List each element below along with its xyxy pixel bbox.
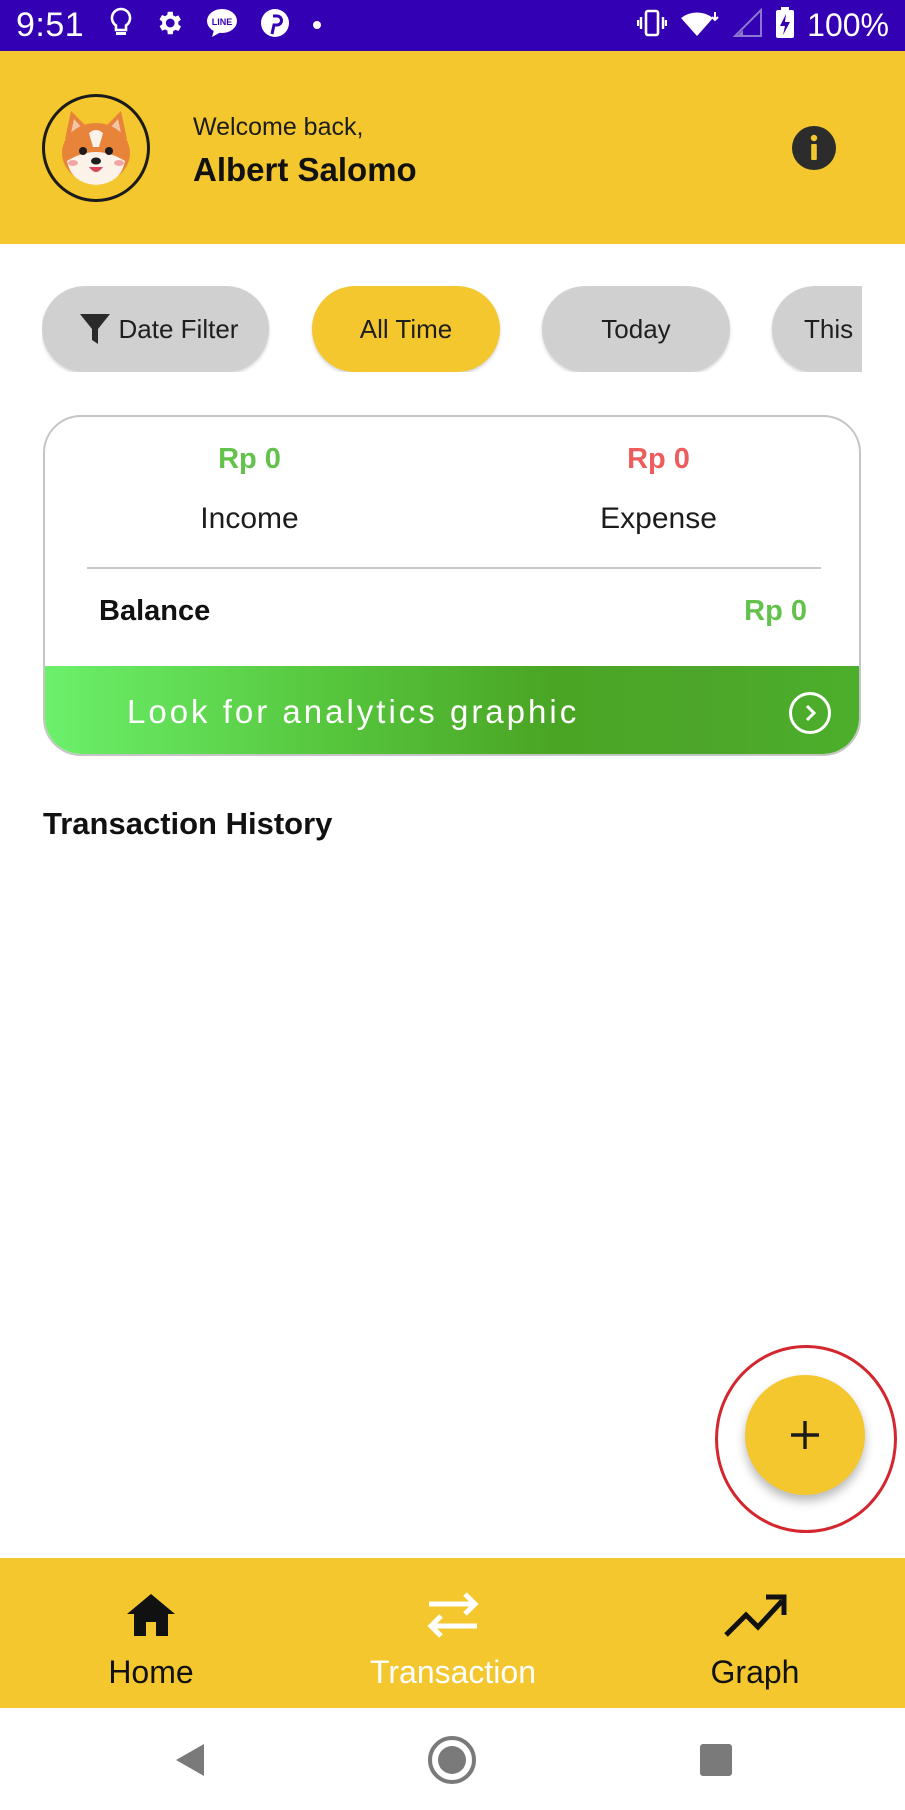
avatar[interactable]: [42, 94, 150, 202]
summary-card: Rp 0 Income Rp 0 Expense Balance Rp 0 Lo…: [43, 415, 861, 756]
vibrate-icon: [636, 9, 668, 42]
balance-value: Rp 0: [744, 595, 807, 627]
date-filter-chip[interactable]: Date Filter: [42, 286, 269, 372]
chip-today[interactable]: Today: [542, 286, 730, 372]
analytics-label: Look for analytics graphic: [127, 693, 580, 730]
notification-icons: LINE: [110, 7, 322, 44]
recents-square-icon: [700, 1744, 732, 1776]
chip-this[interactable]: This: [772, 286, 862, 372]
analytics-button[interactable]: Look for analytics graphic: [45, 666, 859, 754]
trending-up-icon: [722, 1588, 788, 1642]
signal-icon: [731, 7, 763, 43]
shiba-avatar-icon: [62, 111, 130, 185]
transaction-history-title: Transaction History: [43, 806, 333, 841]
info-icon: [810, 134, 818, 160]
nav-label: Home: [108, 1654, 194, 1690]
expense-column: Rp 0 Expense: [454, 417, 859, 536]
plus-icon: [791, 1421, 819, 1449]
info-button[interactable]: [792, 126, 836, 170]
chip-label: All Time: [359, 313, 453, 344]
income-label: Income: [200, 502, 299, 535]
battery-charging-icon: [775, 7, 795, 44]
swap-arrows-icon: [423, 1588, 483, 1642]
income-column: Rp 0 Income: [45, 417, 454, 536]
header: Welcome back, Albert Salomo: [0, 51, 905, 244]
home-icon: [125, 1588, 177, 1642]
status-bar: 9:51 LINE 100%: [0, 0, 905, 51]
expense-label: Expense: [600, 502, 717, 535]
system-nav: [0, 1708, 905, 1810]
filter-chips: Date Filter All Time Today This: [42, 286, 862, 372]
bottom-nav: Home Transaction Graph: [0, 1558, 905, 1708]
add-transaction-button[interactable]: [745, 1375, 865, 1495]
home-circle-icon: [428, 1736, 476, 1784]
nav-graph[interactable]: Graph: [604, 1558, 905, 1708]
settings-icon: [154, 8, 184, 43]
income-amount: Rp 0: [218, 443, 281, 475]
dot-icon: [312, 17, 322, 35]
divider: [87, 567, 821, 569]
nav-label: Graph: [710, 1654, 800, 1690]
filter-icon: [79, 314, 110, 344]
expense-amount: Rp 0: [627, 443, 690, 475]
nav-label: Transaction: [370, 1654, 536, 1690]
welcome-text: Welcome back,: [193, 113, 364, 141]
pinterest-icon: [260, 8, 290, 43]
date-filter-label: Date Filter: [118, 313, 239, 344]
chevron-right-icon: [789, 692, 831, 734]
chip-label: This: [804, 313, 854, 344]
balance-label: Balance: [99, 595, 211, 627]
status-time: 9:51: [16, 6, 85, 44]
wifi-icon: [679, 8, 719, 43]
lightbulb-icon: [110, 7, 132, 44]
svg-text:LINE: LINE: [212, 17, 233, 27]
home-system-button[interactable]: [426, 1734, 478, 1786]
line-icon: LINE: [206, 8, 238, 43]
back-triangle-icon: [176, 1744, 204, 1776]
status-right: 100%: [636, 7, 889, 44]
battery-percent: 100%: [807, 7, 889, 43]
nav-home[interactable]: Home: [0, 1558, 302, 1708]
recents-button[interactable]: [690, 1734, 742, 1786]
username: Albert Salomo: [193, 151, 417, 188]
nav-transaction[interactable]: Transaction: [302, 1558, 604, 1708]
chip-all-time[interactable]: All Time: [312, 286, 500, 372]
back-button[interactable]: [164, 1734, 216, 1786]
chip-label: Today: [601, 313, 671, 344]
